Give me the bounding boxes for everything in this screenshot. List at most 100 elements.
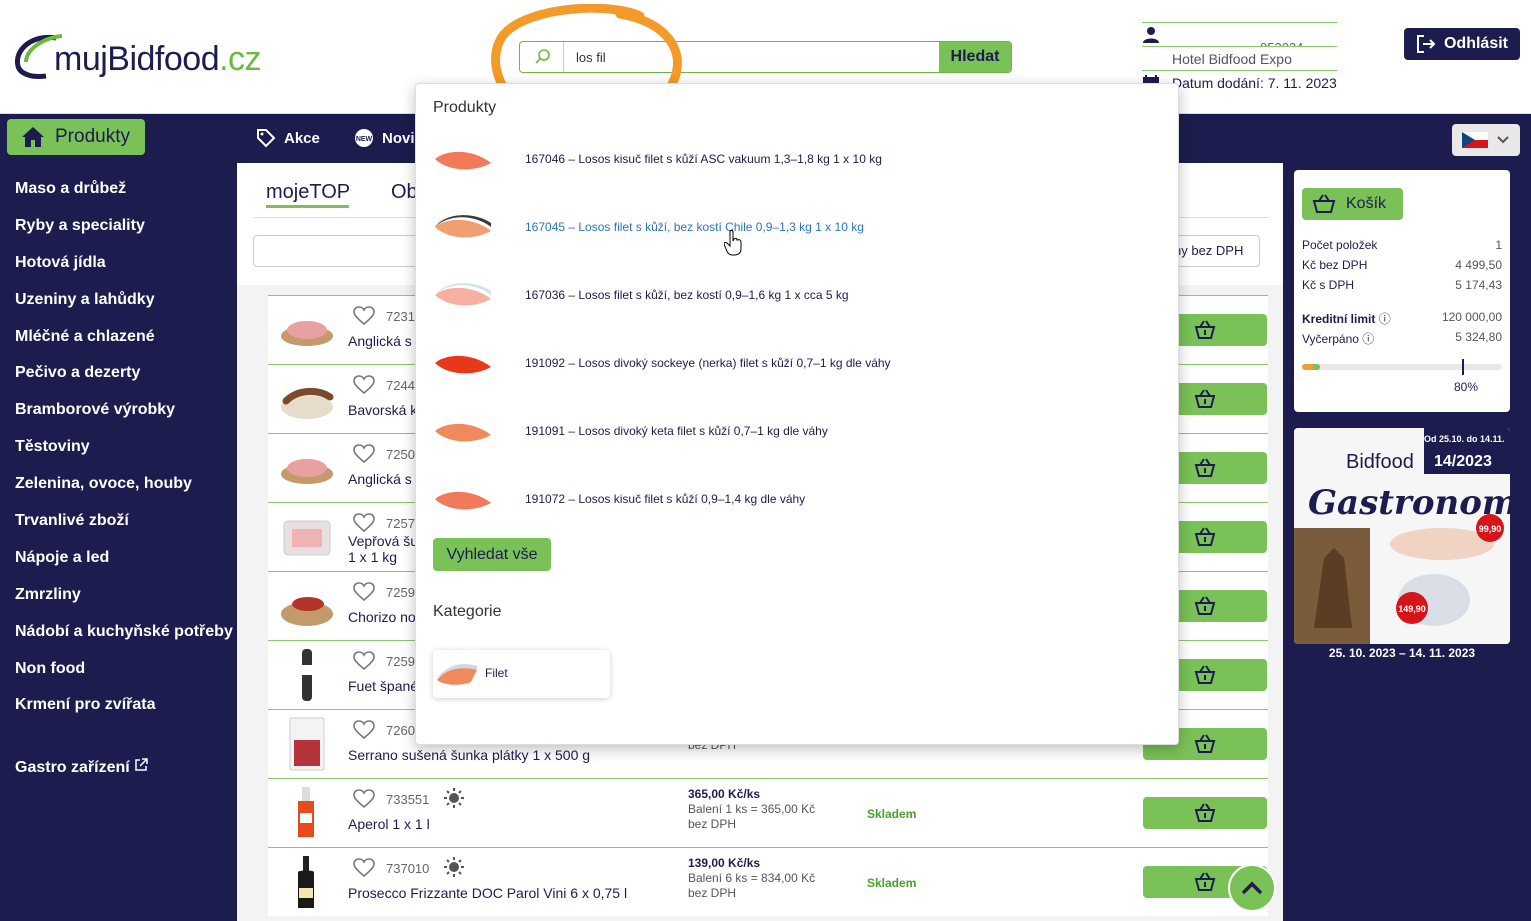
suggestion-text[interactable]: 191091 – Losos divoký keta filet s kůží … [525, 424, 828, 438]
home-icon [22, 127, 44, 147]
sidebar-item-non-food[interactable]: Non food [15, 656, 240, 693]
language-selector[interactable] [1452, 124, 1520, 156]
products-menu-label: Produkty [55, 126, 130, 147]
product-name[interactable]: Bavorská k [348, 402, 416, 418]
nav-novinky[interactable]: NEW Novi [354, 128, 415, 148]
sidebar-item-mlecne[interactable]: Mléčné a chlazené [15, 324, 240, 361]
sidebar-item-zmrzliny[interactable]: Zmrzliny [15, 582, 240, 619]
sun-season-icon [444, 857, 464, 877]
favorite-heart-icon[interactable] [353, 720, 375, 740]
product-name[interactable]: Prosecco Frizzante DOC Parol Vini 6 x 0,… [348, 885, 627, 901]
nav-akce-label: Akce [284, 129, 320, 147]
salmon-fillet-icon [435, 283, 491, 306]
product-image[interactable] [278, 785, 336, 841]
sidebar-item-krmeni[interactable]: Krmení pro zvířata [15, 692, 240, 729]
sidebar-item-trvanlive[interactable]: Trvanlivé zboží [15, 508, 240, 545]
sidebar-item-zelenina[interactable]: Zelenina, ovoce, houby [15, 471, 240, 508]
basket-icon [1194, 389, 1216, 408]
sidebar-item-nadobi[interactable]: Nádobí a kuchyňské potřeby [15, 619, 240, 656]
svg-text:99,90: 99,90 [1479, 524, 1502, 534]
product-name[interactable]: Serrano sušená šunka plátky 1 x 500 g [348, 747, 590, 763]
suggestion-text[interactable]: 167045 – Losos filet s kůží, bez kostí C… [525, 220, 864, 234]
promo-leaflet-banner[interactable]: Bidfood Od 25.10. do 14.11. 14/2023 Gast… [1294, 428, 1510, 644]
customer-name: Hotel Bidfood Expo [1172, 50, 1292, 67]
credit-used-row: Vyčerpáno ⓘ 5 324,80 [1302, 330, 1502, 346]
favorite-heart-icon[interactable] [353, 513, 375, 533]
filter-input[interactable] [253, 235, 433, 267]
suggestion-text[interactable]: 191092 – Losos divoký sockeye (nerka) fi… [525, 356, 891, 370]
sidebar-item-ryby[interactable]: Ryby a speciality [15, 213, 240, 250]
search-all-button[interactable]: Vyhledat vše [433, 538, 551, 571]
suggestion-text[interactable]: 191072 – Losos kisuč filet s kůží 0,9–1,… [525, 492, 805, 506]
sidebar-item-uzeniny[interactable]: Uzeniny a lahůdky [15, 287, 240, 324]
logout-button[interactable]: Odhlásit [1404, 28, 1520, 60]
favorite-heart-icon[interactable] [353, 306, 375, 326]
sidebar-item-pecivo[interactable]: Pečivo a dezerty [15, 360, 240, 397]
suggestion-item[interactable]: 191091 – Losos divoký keta filet s kůží … [433, 407, 1153, 457]
product-name[interactable]: Fuet špané [348, 678, 416, 694]
sidebar-item-gastro[interactable]: Gastro zařízení [15, 758, 148, 777]
sidebar-item-napoje[interactable]: Nápoje a led [15, 545, 240, 582]
delivery-date[interactable]: Datum dodání: 7. 11. 2023 [1172, 71, 1337, 95]
suggestion-item[interactable]: 167036 – Losos filet s kůží, bez kostí 0… [433, 271, 1153, 321]
search-button[interactable]: Hledat [939, 42, 1011, 72]
salmon-fillet-icon [435, 355, 491, 374]
category-sidebar: Maso a drůbež Ryby a speciality Hotová j… [15, 176, 240, 776]
favorite-heart-icon[interactable] [353, 651, 375, 671]
basket-icon [1194, 320, 1216, 339]
favorite-heart-icon[interactable] [353, 444, 375, 464]
product-name[interactable]: Chorizo no [348, 609, 416, 625]
nav-akce[interactable]: Akce [256, 128, 320, 148]
add-to-cart-button[interactable] [1143, 797, 1267, 829]
sidebar-item-bramborove[interactable]: Bramborové výrobky [15, 397, 240, 434]
tab-oblibene[interactable]: Ob [391, 181, 418, 204]
product-image[interactable] [278, 578, 336, 634]
product-name[interactable]: Vepřová šu 1 x 1 kg [348, 533, 416, 565]
product-name[interactable]: Aperol 1 x 1 l [348, 816, 430, 832]
promo-date: 25. 10. 2023 – 14. 11. 2023 [1328, 646, 1476, 660]
tab-mojetop[interactable]: mojeTOP [266, 181, 350, 204]
product-name[interactable]: Anglická s [348, 471, 412, 487]
suggestion-item[interactable]: 191092 – Losos divoký sockeye (nerka) fi… [433, 339, 1153, 389]
basket-icon [1194, 527, 1216, 546]
favorite-heart-icon[interactable] [353, 789, 375, 809]
cart-button[interactable]: Košík [1302, 188, 1403, 220]
suggestion-item[interactable]: 167046 – Losos kisuč filet s kůží ASC va… [433, 135, 1153, 185]
basket-icon [1194, 458, 1216, 477]
favorite-heart-icon[interactable] [353, 858, 375, 878]
product-image[interactable] [278, 716, 336, 772]
product-image[interactable] [278, 440, 336, 496]
sidebar-item-hotova-jidla[interactable]: Hotová jídla [15, 250, 240, 287]
product-code: 7244 [386, 378, 415, 393]
credit-usage-percent: 80% [1454, 380, 1479, 394]
product-image[interactable] [278, 302, 336, 358]
price-mode-toggle[interactable]: ny bez DPH [1165, 235, 1260, 267]
product-code: 7259 [386, 585, 415, 600]
scroll-top-button[interactable] [1228, 864, 1276, 912]
products-menu-button[interactable]: Produkty [7, 119, 145, 155]
stock-status: Skladem [867, 807, 917, 821]
help-icon[interactable]: ⓘ [1362, 332, 1374, 346]
svg-text:Gastronomie: Gastronomie [1308, 483, 1510, 523]
suggestion-item[interactable]: 191072 – Losos kisuč filet s kůží 0,9–1,… [433, 475, 1153, 525]
czech-flag-icon [1462, 132, 1509, 148]
product-image[interactable] [278, 854, 336, 910]
suggestion-text[interactable]: 167046 – Losos kisuč filet s kůží ASC va… [525, 152, 882, 166]
product-image[interactable] [278, 371, 336, 427]
product-name[interactable]: Anglická s [348, 333, 412, 349]
category-chip-filet[interactable]: Filet [433, 650, 610, 698]
search-icon[interactable] [520, 42, 564, 72]
product-image[interactable] [278, 647, 336, 703]
suggestion-item[interactable]: 167045 – Losos filet s kůží, bez kostí C… [433, 203, 1153, 253]
salmon-fillet-icon [435, 151, 491, 170]
suggestion-text[interactable]: 167036 – Losos filet s kůží, bez kostí 0… [525, 288, 849, 302]
help-icon[interactable]: ⓘ [1379, 312, 1391, 326]
sidebar-item-maso[interactable]: Maso a drůbež [15, 176, 240, 213]
search-input[interactable] [566, 42, 942, 72]
sidebar-item-testoviny[interactable]: Těstoviny [15, 434, 240, 471]
product-code: 7250 [386, 447, 415, 462]
favorite-heart-icon[interactable] [353, 582, 375, 602]
favorite-heart-icon[interactable] [353, 375, 375, 395]
mujbidfood-logo[interactable]: mujBidfood.cz [12, 32, 302, 86]
product-image[interactable] [278, 509, 336, 565]
